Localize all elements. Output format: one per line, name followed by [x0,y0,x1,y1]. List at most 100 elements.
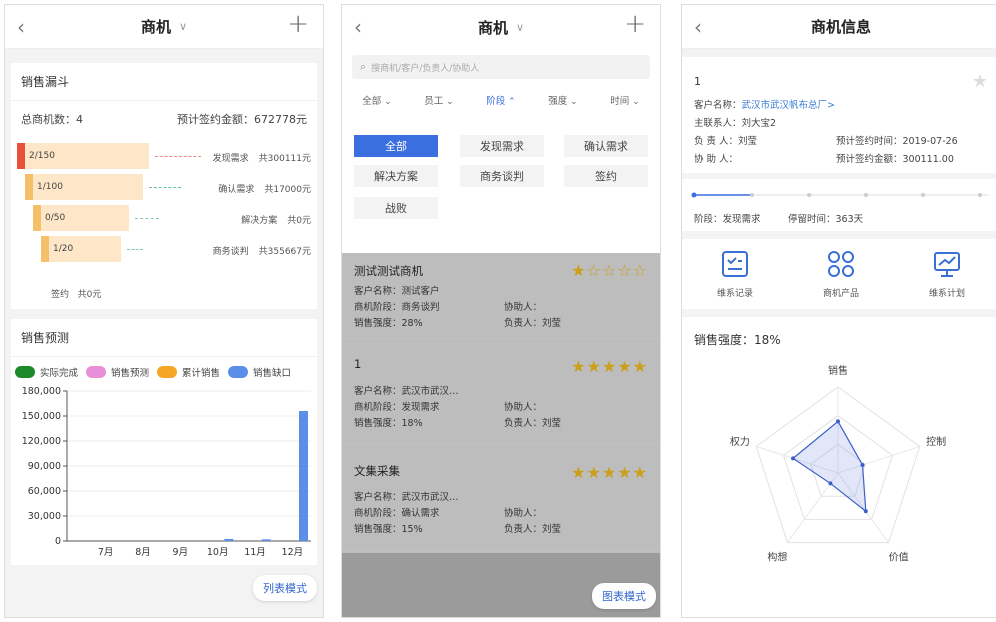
funnel-ratio: 0/50 [45,213,66,223]
action-row: 维系记录 商机产品 维系计划 [682,239,996,309]
search-input[interactable]: ⌕ 搜商机/客户/负责人/协助人 [352,55,650,79]
item-stage: 商机阶段：商务谈判 [354,302,440,313]
list-item[interactable]: 测试测试商机 ★☆☆☆☆ 客户名称：测试客户 商机阶段：商务谈判 销售强度：28% 协助人… [342,253,660,339]
x-tick-label: 10月 [207,547,229,558]
funnel-ratio: 2/150 [29,151,55,161]
funnel-connector [155,156,201,157]
filter-3[interactable]: 强度 ⌄ [548,93,577,107]
funnel-stage: 发现需求 [212,154,249,164]
back-icon[interactable]: ‹ [17,15,25,39]
y-tick-label: 90,000 [28,461,61,472]
list-mode-button[interactable]: 列表模式 [253,575,317,601]
radar-chart: 销售控制价值 构想 权力 [730,364,946,564]
star-rating: ★★★★★ [571,357,648,376]
funnel-stage-amount: 确认需求 共17000元 [218,182,311,195]
radar-point [836,419,840,424]
nav-bar: ‹ 商机 ∨ + [5,5,323,49]
funnel-card: 销售漏斗 总商机数：4 预计签约金额：672778元 2/150 发现需求 共300… [11,63,317,309]
legend-item[interactable]: 销售预测 [86,365,149,379]
filter-label: 阶段 [486,96,506,107]
maintain-record-button[interactable]: 维系记录 [695,250,775,299]
list-overlay: 测试测试商机 ★☆☆☆☆ 客户名称：测试客户 商机阶段：商务谈判 销售强度：28% 协助人… [342,253,660,553]
y-tick-label: 0 [55,536,61,547]
chevron-up-icon: ⌃ [505,97,516,107]
nav-title[interactable]: 商机 [141,16,171,37]
funnel-stage-amount: 发现需求 共300111元 [213,151,311,164]
progress-card: 阶段：发现需求 停留时间：363天 [682,179,996,231]
filter-label: 全部 [362,96,382,107]
radar-axis-label: 控制 [926,435,946,448]
funnel-marker [17,143,25,169]
chevron-down-icon[interactable]: ∨ [516,21,524,34]
list-item[interactable]: 文集采集 ★★★★★ 客户名称：武汉市武汉… 商机阶段：确认需求 销售强度：15% 协助人… [342,445,660,551]
filter-0[interactable]: 全部 ⌄ [362,93,391,107]
stay-time: 停留时间：363天 [788,214,864,225]
item-owner: 负责人：刘莹 [504,418,562,429]
funnel-connector [127,249,143,250]
star-rating: ★☆☆☆☆ [571,261,648,280]
action-label: 商机产品 [822,288,859,299]
expected-amount: 预计签约金额：672778元 [177,113,307,126]
legend-swatch [228,366,249,378]
stage-option[interactable]: 签约 [564,165,648,187]
stage-option[interactable]: 解决方案 [354,165,438,187]
y-tick-label: 180,000 [22,386,61,397]
stage-option[interactable]: 发现需求 [460,135,544,157]
item-assist: 协助人： [504,508,543,519]
stage-option[interactable]: 确认需求 [564,135,648,157]
customer-link[interactable]: 武汉市武汉帆布总厂> [742,100,835,111]
stage-progress [691,192,988,198]
funnel-row: 2/150 发现需求 共300111元 [11,143,319,169]
item-owner: 负责人：刘莹 [504,524,562,535]
chevron-down-icon: ⌄ [381,97,392,107]
legend-label: 销售缺口 [253,368,292,379]
item-stage: 商机阶段：确认需求 [354,508,440,519]
legend-item[interactable]: 实际完成 [15,365,78,379]
star-rating: ★★★★★ [571,463,648,482]
grid-icon [828,250,854,277]
legend-label: 累计销售 [182,368,221,379]
chevron-down-icon: ⌄ [443,97,454,107]
stage-info: 阶段：发现需求 [694,214,761,225]
chevron-down-icon[interactable]: ∨ [179,20,187,33]
filter-label: 强度 [548,96,568,107]
back-icon[interactable]: ‹ [354,15,362,39]
legend-swatch [86,366,107,378]
filter-1[interactable]: 员工 ⌄ [424,93,453,107]
legend-item[interactable]: 累计销售 [157,365,220,379]
strength-label: 销售强度：18% [694,333,781,347]
checklist-icon [722,250,748,277]
chart-board-icon [934,251,960,277]
y-tick-label: 60,000 [28,486,61,497]
item-strength: 销售强度：18% [354,418,423,429]
radar-area [792,420,867,513]
stage-option[interactable]: 全部 [354,135,438,157]
list-item[interactable]: 1 ★★★★★ 客户名称：武汉市武汉… 商机阶段：发现需求 销售强度：18% 协助人： 负责… [342,339,660,445]
legend-item[interactable]: 销售缺口 [228,365,291,379]
stage-filter-panel: 全部 发现需求 确认需求解决方案 商务谈判 签约战败 [342,121,660,253]
maintain-plan-button[interactable]: 维系计划 [907,250,987,299]
x-tick-label: 8月 [135,547,151,558]
funnel-row: 1/100 确认需求 共17000元 [11,174,319,200]
forecast-title: 销售预测 [11,319,317,357]
star-icon[interactable]: ★ [972,71,988,92]
chart-mode-button[interactable]: 图表模式 [592,583,656,609]
funnel-amount: 共300111元 [258,154,311,164]
funnel-stage-amount: 解决方案 共0元 [241,213,311,226]
sign-row: 签约 共0元 [51,287,101,300]
nav-title[interactable]: 商机 [478,17,508,38]
radar-card: 销售强度：18% 销售 控制 价值 构想 权力 [682,317,996,617]
add-icon[interactable]: + [624,9,646,39]
stage-option[interactable]: 战败 [354,197,438,219]
x-tick-label: 11月 [244,547,266,558]
add-icon[interactable]: + [287,9,309,39]
filter-2[interactable]: 阶段 ⌃ [486,93,515,107]
filter-4[interactable]: 时间 ⌄ [610,93,639,107]
stage-option[interactable]: 商务谈判 [460,165,544,187]
filter-label: 时间 [610,96,630,107]
sign-label: 签约 [51,290,70,300]
funnel-connector [149,187,181,188]
opportunity-product-button[interactable]: 商机产品 [801,250,881,299]
sales-bar-chart: 180,000 150,000 120,000 90,000 60,000 30,000 0… [22,386,311,558]
back-icon[interactable]: ‹ [694,15,702,39]
